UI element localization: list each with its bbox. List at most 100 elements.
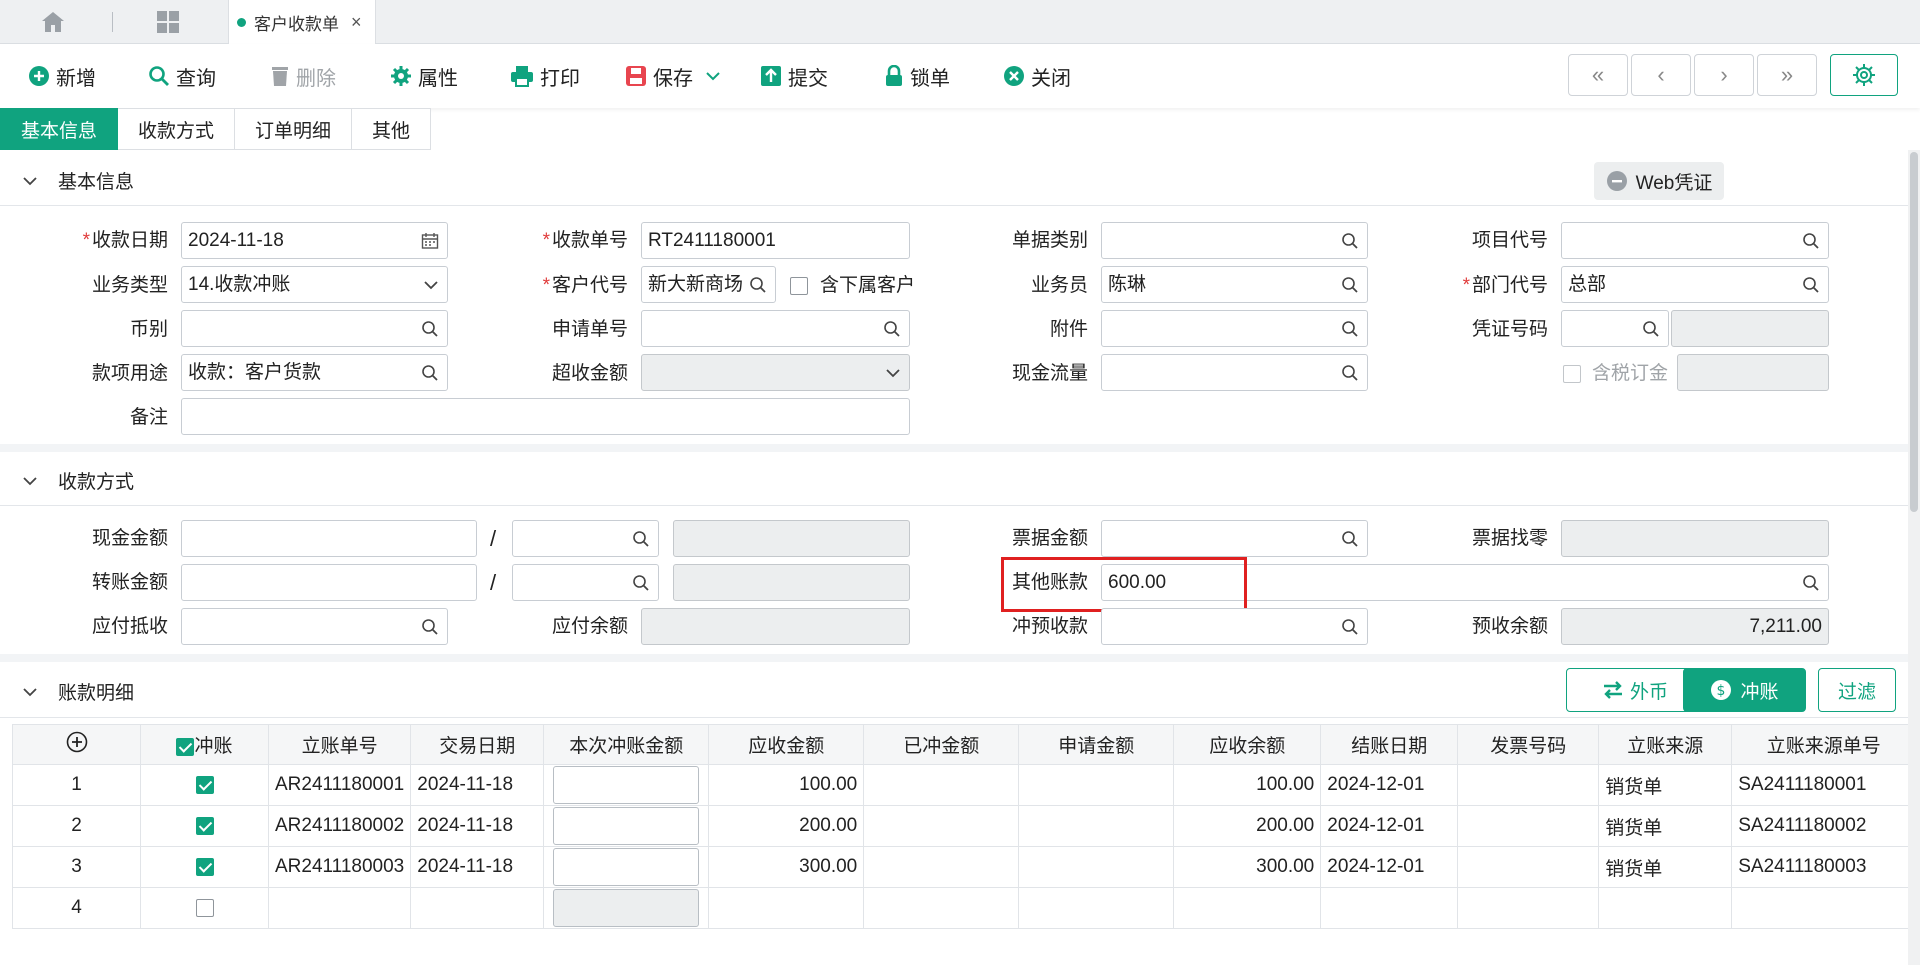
- col-trade-date[interactable]: 交易日期: [410, 724, 545, 765]
- source-no-cell[interactable]: SA2411180003: [1731, 846, 1917, 888]
- table-row[interactable]: 3 AR2411180003 2024-11-18 300.00 300.00 2024-…: [12, 846, 1917, 888]
- settings-button[interactable]: [1830, 54, 1898, 96]
- ar-no-cell[interactable]: [267, 887, 412, 929]
- purpose-field[interactable]: 收款：客户货款: [181, 354, 448, 391]
- prev-record-button[interactable]: ‹: [1631, 54, 1691, 96]
- doc-type-field[interactable]: [1101, 222, 1368, 259]
- cash-amount-field[interactable]: [181, 520, 477, 557]
- search-icon[interactable]: [1341, 276, 1359, 294]
- search-icon[interactable]: [632, 530, 650, 548]
- search-icon[interactable]: [1341, 232, 1359, 250]
- properties-button[interactable]: 属性: [390, 60, 458, 92]
- tax-deposit-checkbox[interactable]: [1563, 365, 1581, 383]
- project-code-field[interactable]: [1561, 222, 1829, 259]
- search-icon[interactable]: [1341, 618, 1359, 636]
- receipt-date-field[interactable]: 2024-11-18: [181, 222, 448, 259]
- salesperson-field[interactable]: 陈琳: [1101, 266, 1368, 303]
- include-sub-checkbox[interactable]: [790, 277, 808, 295]
- plus-circle-icon[interactable]: [66, 731, 88, 753]
- offset-checkbox[interactable]: [195, 816, 214, 835]
- currency-field[interactable]: [181, 310, 448, 347]
- tab-order-detail[interactable]: 订单明细: [235, 108, 353, 150]
- ar-no-cell[interactable]: AR2411180001: [267, 764, 412, 806]
- over-amount-select[interactable]: [641, 354, 910, 391]
- cash-flow-field[interactable]: [1101, 354, 1368, 391]
- save-button[interactable]: 保存: [625, 60, 727, 92]
- offset-amount-input[interactable]: [553, 848, 700, 886]
- chevron-down-icon[interactable]: [423, 280, 439, 290]
- offset-amount-input[interactable]: [553, 766, 700, 804]
- col-source[interactable]: 立账来源: [1598, 724, 1733, 765]
- offset-checkbox[interactable]: [195, 857, 214, 876]
- cash-account-field[interactable]: [512, 520, 659, 557]
- biz-type-select[interactable]: 14.收款冲账: [181, 266, 448, 303]
- offset-amount-input[interactable]: [553, 807, 700, 845]
- col-receivable[interactable]: 应收金额: [708, 724, 865, 765]
- tab-other[interactable]: 其他: [352, 108, 432, 150]
- ar-no-cell[interactable]: AR2411180002: [267, 805, 412, 847]
- delete-button[interactable]: 删除: [270, 60, 336, 92]
- query-button[interactable]: 查询: [148, 60, 216, 92]
- close-button[interactable]: 关闭: [1003, 60, 1071, 92]
- transfer-account-field[interactable]: [512, 564, 659, 601]
- apply-no-field[interactable]: [641, 310, 910, 347]
- offset-amount-input[interactable]: [553, 889, 700, 927]
- search-icon[interactable]: [749, 276, 767, 294]
- search-icon[interactable]: [1802, 276, 1820, 294]
- col-apply-amount[interactable]: 申请金额: [1018, 724, 1175, 765]
- calendar-icon[interactable]: [421, 232, 439, 250]
- search-icon[interactable]: [421, 320, 439, 338]
- search-icon[interactable]: [632, 574, 650, 592]
- select-all-checkbox[interactable]: [176, 737, 195, 756]
- col-offset-done[interactable]: 已冲金额: [863, 724, 1020, 765]
- payable-offset-field[interactable]: [181, 608, 448, 645]
- remark-field[interactable]: [181, 398, 910, 435]
- col-ar-no[interactable]: 立账单号: [267, 724, 412, 765]
- filter-button[interactable]: 过滤: [1818, 668, 1896, 712]
- search-icon[interactable]: [421, 364, 439, 382]
- chevron-down-icon[interactable]: [885, 368, 901, 378]
- transfer-amount-field[interactable]: [181, 564, 477, 601]
- search-icon[interactable]: [1341, 530, 1359, 548]
- offset-checkbox[interactable]: [195, 775, 214, 794]
- scrollbar-thumb[interactable]: [1910, 152, 1918, 512]
- source-no-cell[interactable]: SA2411180002: [1731, 805, 1917, 847]
- offset-prepaid-field[interactable]: [1101, 608, 1368, 645]
- receipt-no-field[interactable]: RT2411180001: [641, 222, 910, 259]
- search-icon[interactable]: [1802, 232, 1820, 250]
- source-no-cell[interactable]: SA2411180001: [1731, 764, 1917, 806]
- first-record-button[interactable]: «: [1568, 54, 1628, 96]
- apps-grid-icon[interactable]: [156, 10, 182, 34]
- print-button[interactable]: 打印: [510, 60, 580, 92]
- bill-amount-field[interactable]: [1101, 520, 1368, 557]
- search-icon[interactable]: [421, 618, 439, 636]
- col-offset[interactable]: 冲账: [140, 724, 269, 765]
- next-record-button[interactable]: ›: [1694, 54, 1754, 96]
- tab-payment-method[interactable]: 收款方式: [118, 108, 236, 150]
- dept-code-field[interactable]: 总部: [1561, 266, 1829, 303]
- col-close-date[interactable]: 结账日期: [1320, 724, 1459, 765]
- close-tab-icon[interactable]: ×: [351, 12, 362, 33]
- submit-button[interactable]: 提交: [760, 60, 828, 92]
- chevron-down-icon[interactable]: [705, 71, 721, 81]
- source-no-cell[interactable]: [1731, 887, 1917, 929]
- tab-customer-receipt[interactable]: 客户收款单 ×: [228, 0, 376, 44]
- tab-basic-info[interactable]: 基本信息: [0, 108, 119, 150]
- col-invoice-no[interactable]: 发票号码: [1457, 724, 1600, 765]
- col-offset-amount[interactable]: 本次冲账金额: [543, 724, 710, 765]
- search-icon[interactable]: [1642, 320, 1660, 338]
- voucher-no-field[interactable]: [1561, 310, 1669, 347]
- add-row-header[interactable]: [12, 724, 141, 765]
- search-icon[interactable]: [1341, 364, 1359, 382]
- lock-button[interactable]: 锁单: [884, 60, 950, 92]
- search-icon[interactable]: [1341, 320, 1359, 338]
- customer-code-field[interactable]: 新大新商场: [641, 266, 776, 303]
- payment-method-header[interactable]: 收款方式: [0, 456, 1908, 506]
- table-row[interactable]: 2 AR2411180002 2024-11-18 200.00 200.00 2024-…: [12, 805, 1917, 847]
- search-icon[interactable]: [883, 320, 901, 338]
- home-icon[interactable]: [40, 10, 68, 34]
- last-record-button[interactable]: »: [1757, 54, 1817, 96]
- new-button[interactable]: 新增: [28, 60, 96, 92]
- col-source-no[interactable]: 立账来源单号: [1731, 724, 1917, 765]
- col-receivable-balance[interactable]: 应收余额: [1173, 724, 1322, 765]
